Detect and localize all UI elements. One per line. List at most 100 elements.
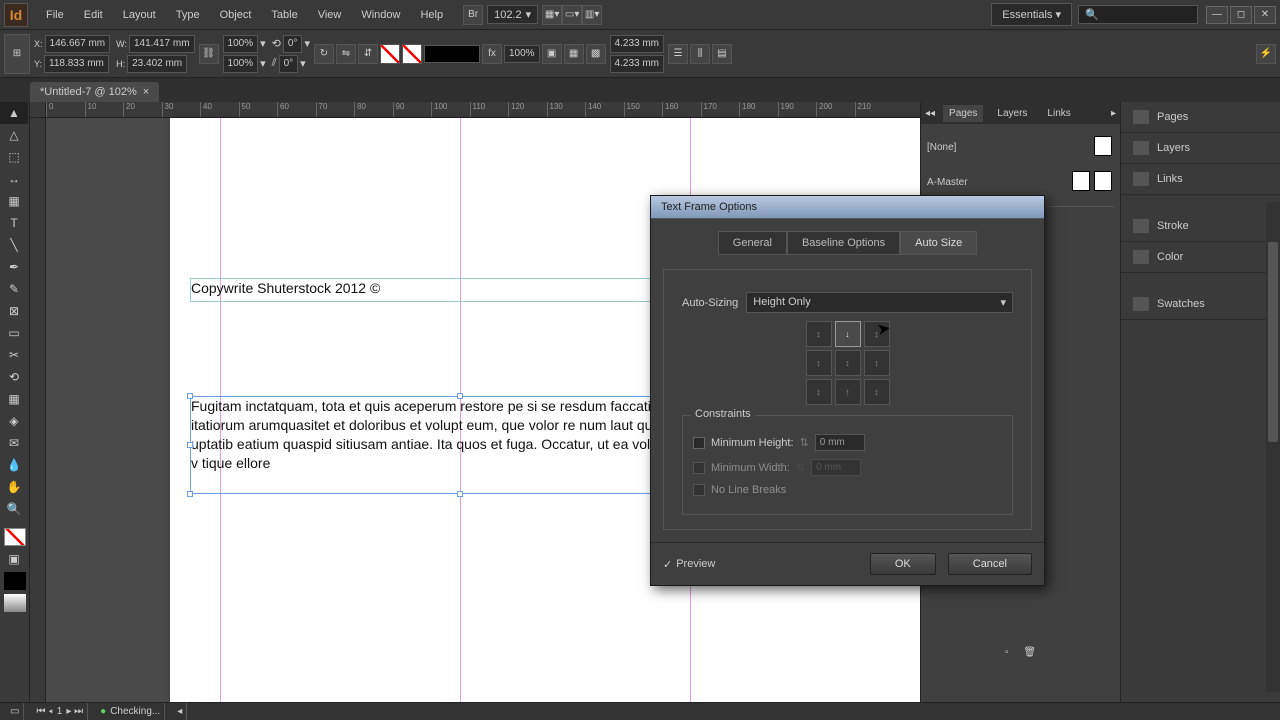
horizontal-ruler[interactable]: 0102030405060708090100110120130140150160… — [46, 102, 920, 118]
close-tab-icon[interactable]: × — [143, 86, 149, 98]
screen-mode-icon[interactable]: ▭▾ — [562, 5, 582, 25]
anchor-tr[interactable]: ↕ — [864, 321, 890, 347]
gradient-feather-tool[interactable]: ◈ — [0, 410, 28, 432]
constrain-icon[interactable]: ⛓ — [199, 44, 219, 64]
tab-baseline-options[interactable]: Baseline Options — [787, 231, 900, 255]
ok-button[interactable]: OK — [870, 553, 936, 575]
dialog-title-bar[interactable]: Text Frame Options — [651, 196, 1044, 219]
reference-point-icon[interactable]: ⊞ — [4, 34, 30, 74]
scrollbar-thumb[interactable] — [1268, 242, 1278, 442]
minimize-button[interactable]: — — [1206, 6, 1228, 24]
corner-radius-2[interactable]: 4.233 mm — [610, 55, 664, 73]
hand-tool[interactable]: ✋ — [0, 476, 28, 498]
corner-radius-1[interactable]: 4.233 mm — [610, 35, 664, 53]
panel-layers[interactable]: Layers — [1121, 133, 1280, 164]
fill-stroke-swap[interactable] — [4, 528, 26, 546]
page-navigator[interactable]: ⏮ ◂ 1 ▸ ⏭ — [32, 703, 88, 720]
anchor-tl[interactable]: ↕ — [806, 321, 832, 347]
height-field[interactable]: 23.402 mm — [127, 55, 187, 73]
bridge-icon[interactable]: Br — [463, 5, 483, 25]
min-height-checkbox[interactable] — [693, 437, 705, 449]
view-percent[interactable]: ▭ — [6, 703, 24, 720]
quick-apply-icon[interactable]: ⚡ — [1256, 44, 1276, 64]
anchor-ml[interactable]: ↕ — [806, 350, 832, 376]
text-wrap-1-icon[interactable]: ▣ — [542, 44, 562, 64]
fill-none-icon[interactable] — [380, 44, 400, 64]
text-frame-body[interactable]: Fugitam inctatquam, tota et quis aceperu… — [190, 396, 730, 494]
menu-window[interactable]: Window — [351, 3, 410, 27]
columns-icon[interactable]: ☰ — [668, 44, 688, 64]
align-icon[interactable]: ▤ — [712, 44, 732, 64]
gap-tool[interactable]: ↔ — [0, 168, 28, 190]
menu-type[interactable]: Type — [166, 3, 210, 27]
frame-handle[interactable] — [457, 491, 463, 497]
text-wrap-3-icon[interactable]: ▩ — [586, 44, 606, 64]
menu-file[interactable]: File — [36, 3, 74, 27]
gutter-icon[interactable]: ⫼ — [690, 44, 710, 64]
note-tool[interactable]: ✉ — [0, 432, 28, 454]
anchor-mr[interactable]: ↕ — [864, 350, 890, 376]
eyedropper-tool[interactable]: 💧 — [0, 454, 28, 476]
anchor-bl[interactable]: ↕ — [806, 379, 832, 405]
gradient-swatch-tool[interactable]: ▦ — [0, 388, 28, 410]
delete-page-icon[interactable]: 🗑 — [1017, 645, 1042, 660]
frame-handle[interactable] — [187, 393, 193, 399]
status-errors[interactable]: ◂ — [173, 703, 187, 720]
apply-gradient-icon[interactable] — [4, 594, 26, 612]
min-height-field[interactable]: 0 mm — [815, 434, 865, 451]
anchor-mc[interactable]: ↕ — [835, 350, 861, 376]
effects-icon[interactable]: fx — [482, 44, 502, 64]
x-position[interactable]: 146.667 mm — [45, 35, 111, 53]
anchor-tc[interactable]: ↓ — [835, 321, 861, 347]
arrange-icon[interactable]: ▥▾ — [582, 5, 602, 25]
menu-object[interactable]: Object — [210, 3, 262, 27]
zoom-level[interactable]: 102.2▾ — [487, 5, 538, 24]
free-transform-tool[interactable]: ⟲ — [0, 366, 28, 388]
menu-table[interactable]: Table — [261, 3, 307, 27]
search-input[interactable]: 🔍 — [1078, 5, 1198, 24]
panel-color[interactable]: Color — [1121, 242, 1280, 273]
text-wrap-2-icon[interactable]: ▦ — [564, 44, 584, 64]
zoom-tool[interactable]: 🔍 — [0, 498, 28, 520]
anchor-br[interactable]: ↕ — [864, 379, 890, 405]
maximize-button[interactable]: ◻ — [1230, 6, 1252, 24]
new-page-icon[interactable]: ▫ — [999, 645, 1015, 660]
tab-general[interactable]: General — [718, 231, 787, 255]
panel-menu-icon[interactable]: ▸ — [1111, 108, 1116, 119]
scissors-tool[interactable]: ✂ — [0, 344, 28, 366]
line-tool[interactable]: ╲ — [0, 234, 28, 256]
panel-swatches[interactable]: Swatches — [1121, 289, 1280, 320]
frame-handle[interactable] — [187, 491, 193, 497]
vertical-ruler[interactable] — [30, 118, 46, 712]
flip-v-icon[interactable]: ⇵ — [358, 44, 378, 64]
type-tool[interactable]: T — [0, 212, 28, 234]
rectangle-tool[interactable]: ▭ — [0, 322, 28, 344]
panel-collapse-icon[interactable]: ◂◂ — [925, 108, 935, 119]
width-field[interactable]: 141.417 mm — [129, 35, 195, 53]
page-tool[interactable]: ⬚ — [0, 146, 28, 168]
panel-pages[interactable]: Pages — [1121, 102, 1280, 133]
master-none-row[interactable]: [None] — [927, 130, 1114, 165]
pages-tab[interactable]: Pages — [943, 105, 983, 122]
apply-color-icon[interactable] — [4, 572, 26, 590]
menu-view[interactable]: View — [308, 3, 352, 27]
vertical-scrollbar[interactable] — [1266, 202, 1280, 692]
view-options-icon[interactable]: ▦▾ — [542, 5, 562, 25]
preflight-status[interactable]: ● Checking... — [96, 703, 165, 720]
content-collector-tool[interactable]: ▦ — [0, 190, 28, 212]
flip-h-icon[interactable]: ⇋ — [336, 44, 356, 64]
cancel-button[interactable]: Cancel — [948, 553, 1032, 575]
frame-handle[interactable] — [457, 393, 463, 399]
direct-selection-tool[interactable]: △ — [0, 124, 28, 146]
opacity-field[interactable]: 100% — [504, 45, 540, 63]
close-button[interactable]: ✕ — [1254, 6, 1276, 24]
y-position[interactable]: 118.833 mm — [44, 55, 109, 73]
menu-layout[interactable]: Layout — [113, 3, 166, 27]
preview-checkbox[interactable]: ✓Preview — [663, 558, 715, 571]
auto-sizing-select[interactable]: Height Only▾ — [746, 292, 1013, 313]
tab-auto-size[interactable]: Auto Size — [900, 231, 977, 255]
links-tab[interactable]: Links — [1041, 105, 1076, 122]
panel-links[interactable]: Links — [1121, 164, 1280, 195]
scale-x[interactable]: 100% — [223, 35, 259, 53]
stroke-style[interactable] — [424, 45, 480, 63]
